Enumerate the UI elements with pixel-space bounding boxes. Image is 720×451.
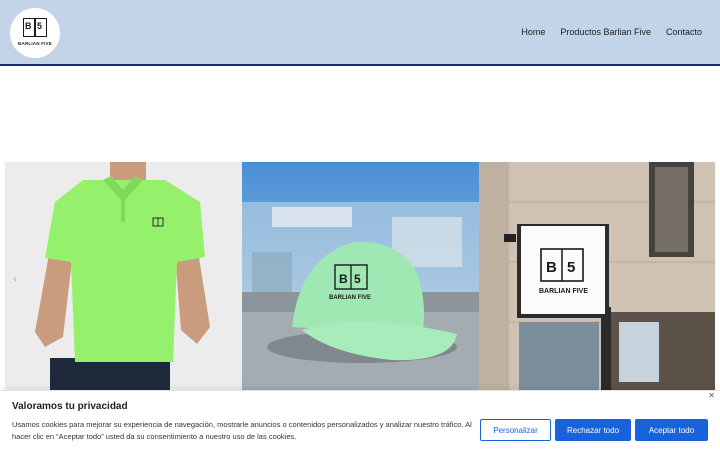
sign-logo-letter-5: 5: [567, 259, 575, 276]
close-icon[interactable]: ✕: [708, 391, 715, 400]
cap-logo-brand: BARLIAN FIVE: [329, 295, 371, 301]
cookie-description: Usamos cookies para mejorar su experienc…: [12, 420, 472, 441]
cap-logo-letter-b: B: [339, 272, 348, 286]
nav-home[interactable]: Home: [521, 27, 545, 37]
logo-mark: B 5: [23, 18, 47, 37]
slide-sign[interactable]: B 5 BARLIAN FIVE: [479, 162, 715, 390]
cap-logo-letter-5: 5: [354, 272, 361, 286]
sign-logo-letter-b: B: [546, 259, 557, 276]
brand-logo[interactable]: B 5 BARLIAN FIVE: [10, 8, 60, 58]
sign-logo-brand: BARLIAN FIVE: [539, 288, 588, 295]
product-slider[interactable]: ‹ B 5 BARLIAN FIVE B 5 BARLIAN FIVE: [5, 162, 715, 390]
main-nav: Home Productos Barlian Five Contacto: [521, 27, 702, 37]
reject-all-button[interactable]: Rechazar todo: [555, 419, 631, 441]
logo-brand-text: BARLIAN FIVE: [18, 41, 52, 46]
logo-letter-5: 5: [37, 21, 43, 31]
polo-shirt-image: ‹: [5, 162, 242, 390]
logo-divider: [34, 19, 36, 36]
accept-all-button[interactable]: Aceptar todo: [635, 419, 708, 441]
cookie-consent-banner: Valoramos tu privacidad Usamos cookies p…: [0, 390, 720, 451]
nav-contact[interactable]: Contacto: [666, 27, 702, 37]
nav-products[interactable]: Productos Barlian Five: [560, 27, 651, 37]
slide-cap[interactable]: B 5 BARLIAN FIVE: [242, 162, 479, 390]
slide-polo-shirt[interactable]: ‹: [5, 162, 242, 390]
sign-image: B 5 BARLIAN FIVE: [479, 162, 715, 390]
customize-button[interactable]: Personalizar: [480, 419, 551, 441]
logo-letter-b: B: [25, 21, 32, 31]
cap-image: B 5 BARLIAN FIVE: [242, 162, 479, 390]
svg-text:‹: ‹: [13, 274, 17, 285]
site-header: B 5 BARLIAN FIVE Home Productos Barlian …: [0, 0, 720, 66]
cookie-title: Valoramos tu privacidad: [12, 401, 128, 412]
